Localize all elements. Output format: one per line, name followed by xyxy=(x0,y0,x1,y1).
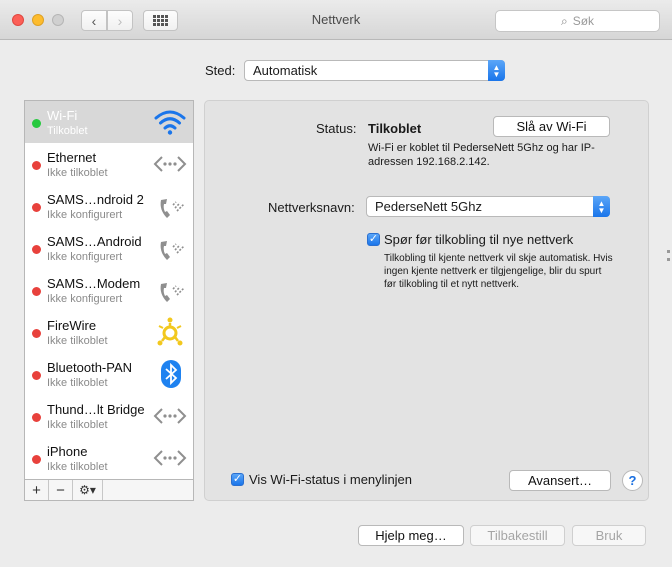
revert-button[interactable]: Tilbakestill xyxy=(470,525,565,546)
service-item-thunderbolt-bridge[interactable]: Thund…lt Bridge Ikke tilkoblet xyxy=(25,395,193,437)
location-label: Sted: xyxy=(205,63,236,78)
resize-grip xyxy=(667,250,670,253)
gear-icon: ⚙▾ xyxy=(79,483,96,497)
search-icon: ⌕ xyxy=(560,13,568,28)
ethernet-icon xyxy=(153,450,187,466)
status-label: Status: xyxy=(316,121,357,136)
service-status: Ikke konfigurert xyxy=(47,293,123,305)
service-status: Tilkoblet xyxy=(47,125,88,137)
status-dot xyxy=(32,287,41,296)
wifi-icon xyxy=(154,110,186,135)
network-name-value: PederseNett 5Ghz xyxy=(375,199,482,214)
network-preferences-window: ‹ › Nettverk ⌕ Søk Sted: Automatisk ▲ ▼ W… xyxy=(0,0,672,567)
help-button[interactable]: ? xyxy=(622,470,643,491)
search-placeholder: Søk xyxy=(572,14,595,28)
service-status: Ikke konfigurert xyxy=(47,251,123,263)
service-name: SAMS…Android xyxy=(47,234,142,249)
service-item-iphone[interactable]: iPhone Ikke tilkoblet xyxy=(25,437,193,479)
service-status: Ikke tilkoblet xyxy=(47,377,108,389)
service-name: SAMS…ndroid 2 xyxy=(47,192,144,207)
service-status: Ikke tilkoblet xyxy=(47,461,108,473)
service-name: Ethernet xyxy=(47,150,97,165)
service-name: Thund…lt Bridge xyxy=(47,402,145,417)
ethernet-icon xyxy=(153,408,187,424)
service-status: Ikke konfigurert xyxy=(47,209,123,221)
status-dot xyxy=(32,329,41,338)
popup-arrows-icon: ▲ ▼ xyxy=(488,60,505,81)
service-item-wifi[interactable]: Wi-Fi Tilkoblet xyxy=(25,101,193,143)
status-dot xyxy=(32,245,41,254)
minus-icon: − xyxy=(56,481,65,499)
ask-to-join-description: Tilkobling til kjente nettverk vil skje … xyxy=(384,253,613,290)
service-name: FireWire xyxy=(47,318,97,333)
resize-grip xyxy=(667,258,670,261)
show-wifi-status-label[interactable]: Vis Wi-Fi-status i menylinjen xyxy=(249,472,412,487)
status-dot xyxy=(32,161,41,170)
action-menu-button[interactable]: ⚙▾ xyxy=(73,480,103,500)
turn-off-wifi-button[interactable]: Slå av Wi-Fi xyxy=(493,116,610,137)
phone-icon xyxy=(160,199,185,218)
service-item-samsung-android-2[interactable]: SAMS…ndroid 2 Ikke konfigurert xyxy=(25,185,193,227)
plus-icon: + xyxy=(32,481,41,499)
location-value: Automatisk xyxy=(253,63,318,78)
title-bar: ‹ › Nettverk ⌕ Søk xyxy=(0,0,672,40)
show-wifi-status-checkbox[interactable]: ✓ xyxy=(231,473,244,486)
service-status: Ikke tilkoblet xyxy=(47,419,108,431)
network-name-label: Nettverksnavn: xyxy=(268,200,355,215)
service-item-firewire[interactable]: FireWire Ikke tilkoblet xyxy=(25,311,193,353)
ask-to-join-checkbox[interactable]: ✓ xyxy=(367,233,380,246)
service-item-bluetooth-pan[interactable]: Bluetooth-PAN Ikke tilkoblet xyxy=(25,353,193,395)
status-dot xyxy=(32,413,41,422)
status-dot xyxy=(32,455,41,464)
service-name: Bluetooth-PAN xyxy=(47,360,133,375)
search-field[interactable]: ⌕ Søk xyxy=(495,10,660,32)
status-dot xyxy=(32,119,41,128)
service-item-samsung-android[interactable]: SAMS…Android Ikke konfigurert xyxy=(25,227,193,269)
network-name-popup[interactable]: PederseNett 5Ghz ▲ ▼ xyxy=(366,196,610,217)
bluetooth-icon xyxy=(161,360,181,388)
status-value: Tilkoblet xyxy=(368,121,422,136)
phone-icon xyxy=(160,283,185,302)
ask-to-join-label[interactable]: Spør før tilkobling til nye nettverk xyxy=(384,232,573,247)
status-description: Wi-Fi er koblet til PederseNett 5Ghz og … xyxy=(368,142,595,168)
service-item-samsung-modem[interactable]: SAMS…Modem Ikke konfigurert xyxy=(25,269,193,311)
firewire-icon xyxy=(157,317,183,346)
status-dot xyxy=(32,371,41,380)
service-name: SAMS…Modem xyxy=(47,276,141,291)
service-status: Ikke tilkoblet xyxy=(47,167,108,179)
add-service-button[interactable]: + xyxy=(25,480,49,500)
apply-button[interactable]: Bruk xyxy=(572,525,646,546)
service-list-toolbar: + − ⚙▾ xyxy=(24,479,194,501)
assist-me-button[interactable]: Hjelp meg… xyxy=(358,525,464,546)
service-status: Ikke tilkoblet xyxy=(47,335,108,347)
service-name: iPhone xyxy=(47,444,88,459)
service-name: Wi-Fi xyxy=(47,108,78,123)
phone-icon xyxy=(160,241,185,260)
advanced-button[interactable]: Avansert… xyxy=(509,470,611,491)
ethernet-icon xyxy=(153,156,187,172)
remove-service-button[interactable]: − xyxy=(49,480,73,500)
location-popup[interactable]: Automatisk ▲ ▼ xyxy=(244,60,505,81)
popup-arrows-icon: ▲ ▼ xyxy=(593,196,610,217)
status-dot xyxy=(32,203,41,212)
service-item-ethernet[interactable]: Ethernet Ikke tilkoblet xyxy=(25,143,193,185)
service-list[interactable]: Wi-Fi Tilkoblet Ethernet Ikke tilkoblet … xyxy=(24,100,194,501)
